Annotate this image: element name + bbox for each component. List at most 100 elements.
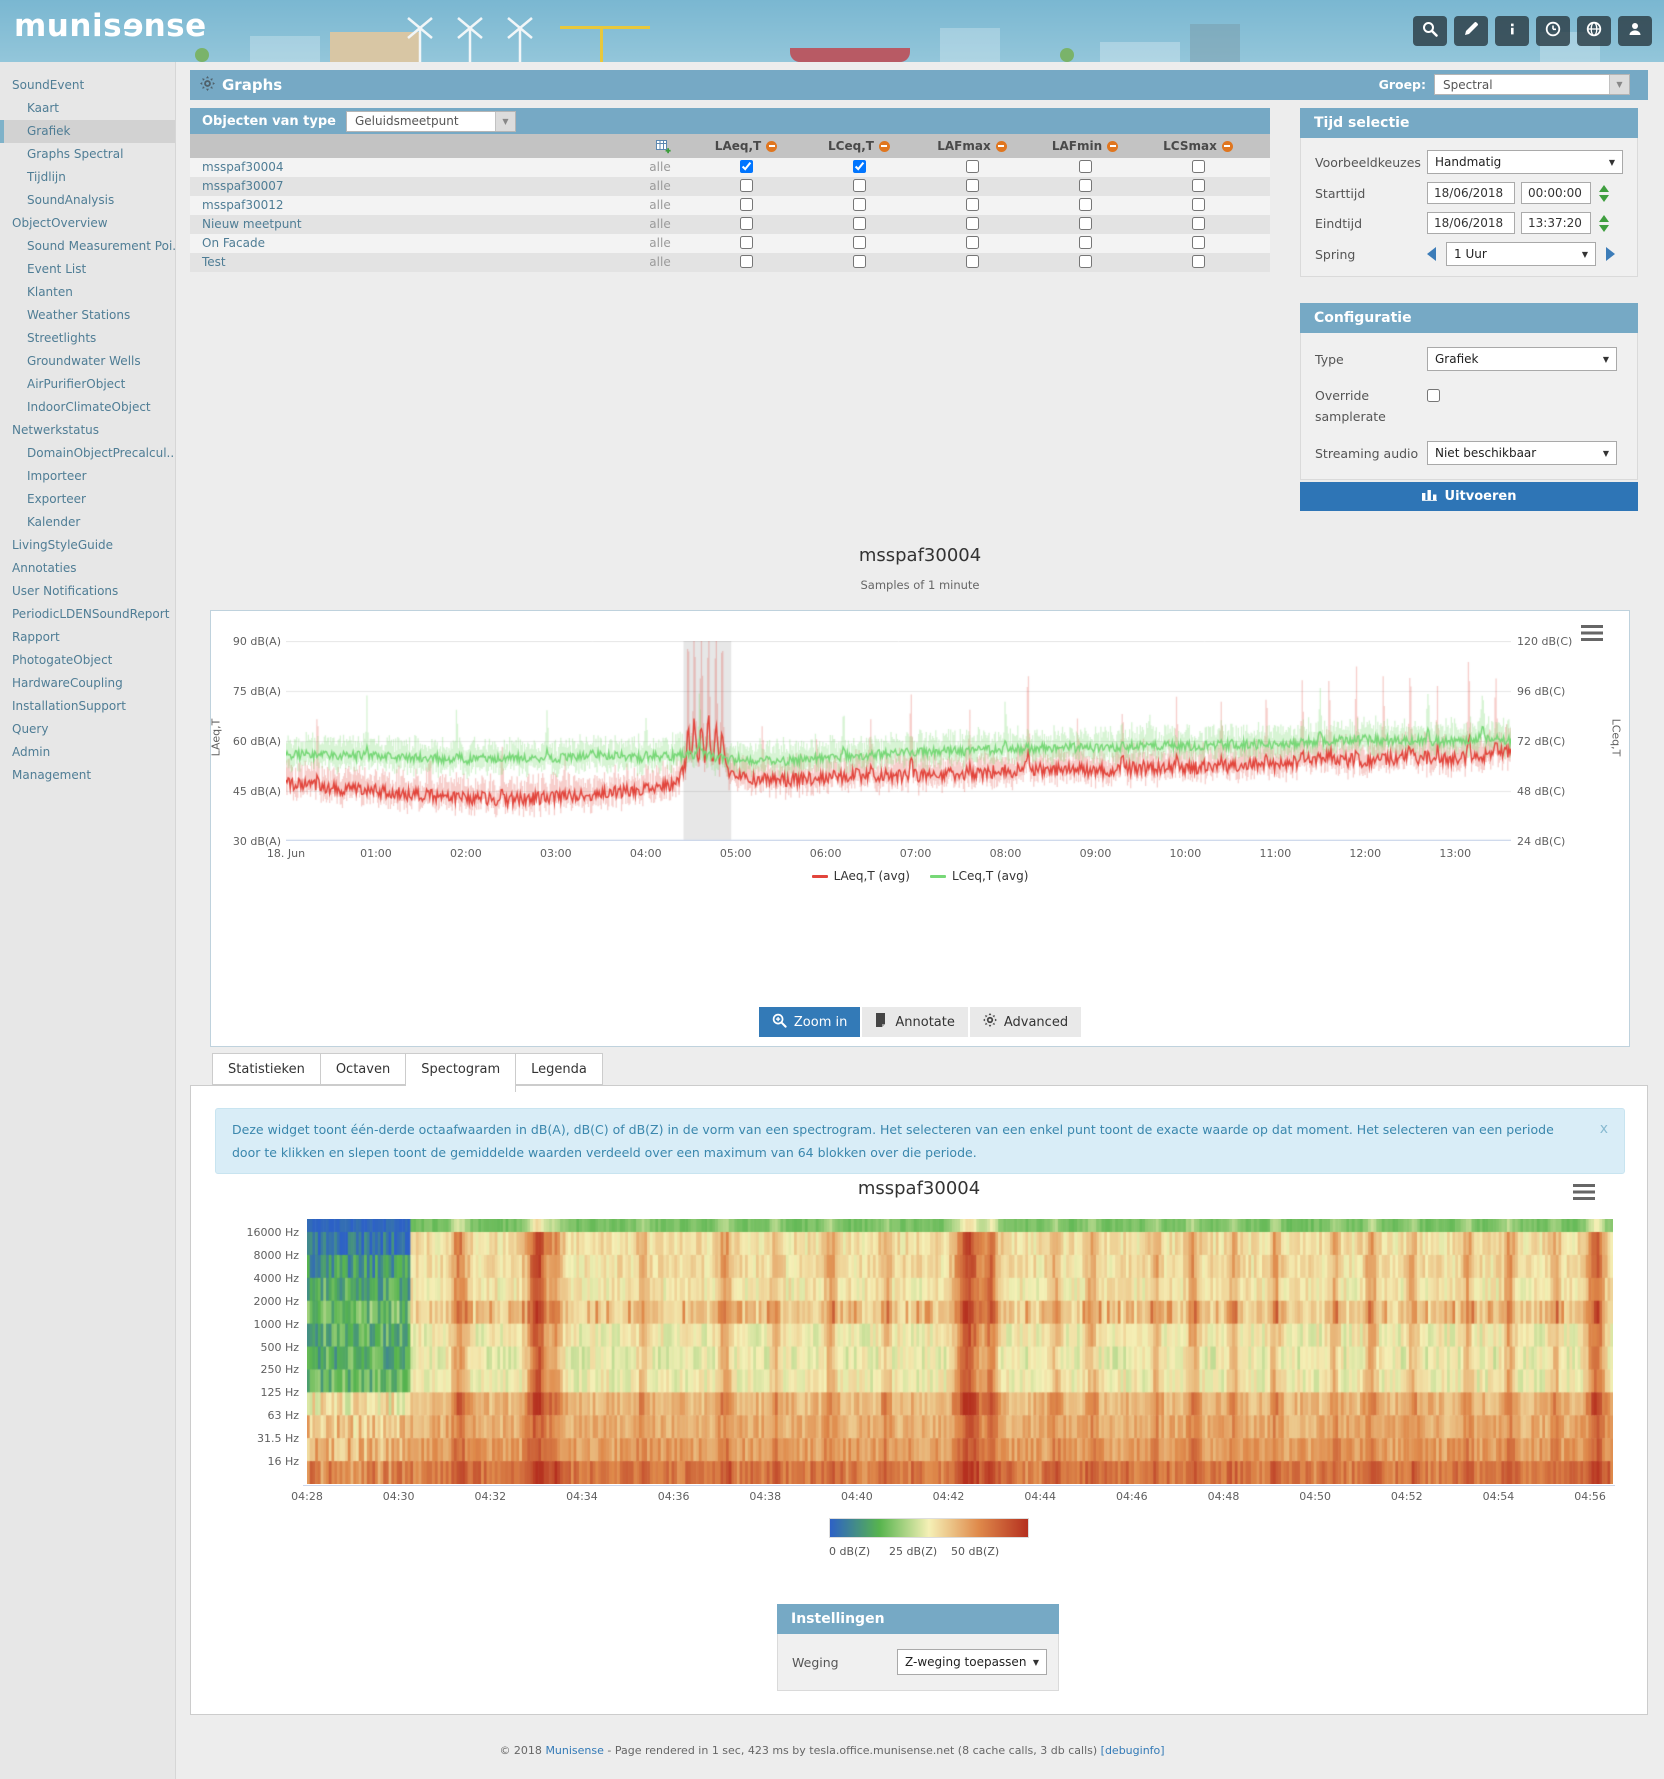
- sidebar-item-airpurifierobject[interactable]: AirPurifierObject: [0, 373, 175, 396]
- checkbox-lceqt[interactable]: [853, 236, 866, 249]
- add-columns-icon[interactable]: [656, 139, 671, 158]
- search-button[interactable]: [1413, 16, 1447, 46]
- line-chart-plot[interactable]: [286, 641, 1511, 841]
- language-button[interactable]: [1577, 16, 1611, 46]
- sidebar-item-graphs-spectral[interactable]: Graphs Spectral: [0, 143, 175, 166]
- sidebar-item-objectoverview[interactable]: ObjectOverview: [0, 212, 175, 235]
- checkbox-lafmax[interactable]: [966, 217, 979, 230]
- type-select[interactable]: Grafiek▼: [1427, 347, 1617, 371]
- checkbox-lafmin[interactable]: [1079, 198, 1092, 211]
- account-button[interactable]: [1618, 16, 1652, 46]
- checkbox-lafmin[interactable]: [1079, 255, 1092, 268]
- end-date-input[interactable]: 18/06/2018: [1427, 212, 1515, 234]
- time-spinner-icon[interactable]: [1599, 185, 1610, 202]
- remove-column-icon[interactable]: [1107, 141, 1118, 152]
- tab-legenda[interactable]: Legenda: [516, 1053, 603, 1085]
- object-scope[interactable]: alle: [630, 179, 690, 193]
- sidebar-item-netwerkstatus[interactable]: Netwerkstatus: [0, 419, 175, 442]
- sidebar-item-domainobjectprecalc[interactable]: DomainObjectPrecalcul...: [0, 442, 175, 465]
- checkbox-laeqt[interactable]: [740, 255, 753, 268]
- checkbox-lafmax[interactable]: [966, 198, 979, 211]
- close-icon[interactable]: x: [1600, 1118, 1608, 1141]
- sidebar-item-grafiek[interactable]: Grafiek: [0, 120, 175, 143]
- checkbox-lafmax[interactable]: [966, 160, 979, 173]
- sidebar-item-livingstyleguide[interactable]: LivingStyleGuide: [0, 534, 175, 557]
- sidebar-item-annotaties[interactable]: Annotaties: [0, 557, 175, 580]
- object-scope[interactable]: alle: [630, 198, 690, 212]
- chart-menu-icon[interactable]: [1573, 1184, 1595, 1200]
- object-name[interactable]: Test: [202, 255, 226, 269]
- checkbox-lafmin[interactable]: [1079, 236, 1092, 249]
- start-date-input[interactable]: 18/06/2018: [1427, 182, 1515, 204]
- tab-spectogram[interactable]: Spectogram: [406, 1053, 516, 1092]
- munisense-logo[interactable]: munisense: [14, 8, 207, 44]
- sidebar-item-user-notifications[interactable]: User Notifications: [0, 580, 175, 603]
- checkbox-lafmin[interactable]: [1079, 160, 1092, 173]
- end-time-input[interactable]: 13:37:20: [1521, 212, 1591, 234]
- sidebar-item-streetlights[interactable]: Streetlights: [0, 327, 175, 350]
- remove-column-icon[interactable]: [996, 141, 1007, 152]
- checkbox-laeqt[interactable]: [740, 198, 753, 211]
- info-button[interactable]: [1495, 16, 1529, 46]
- object-name[interactable]: Nieuw meetpunt: [202, 217, 302, 231]
- sidebar-item-installationsupport[interactable]: InstallationSupport: [0, 695, 175, 718]
- object-scope[interactable]: alle: [630, 255, 690, 269]
- uitvoeren-button[interactable]: Uitvoeren: [1300, 482, 1638, 511]
- tab-statistieken[interactable]: Statistieken: [212, 1053, 321, 1085]
- checkbox-lcsmax[interactable]: [1192, 160, 1205, 173]
- advanced-button[interactable]: Advanced: [970, 1007, 1081, 1037]
- object-name[interactable]: msspaf30007: [202, 179, 284, 193]
- spring-select[interactable]: 1 Uur▼: [1446, 242, 1596, 266]
- object-name[interactable]: msspaf30004: [202, 160, 284, 174]
- checkbox-lcsmax[interactable]: [1192, 217, 1205, 230]
- checkbox-lcsmax[interactable]: [1192, 179, 1205, 192]
- remove-column-icon[interactable]: [879, 141, 890, 152]
- checkbox-lafmax[interactable]: [966, 255, 979, 268]
- sidebar-item-importeer[interactable]: Importeer: [0, 465, 175, 488]
- remove-column-icon[interactable]: [766, 141, 777, 152]
- checkbox-lceqt[interactable]: [853, 179, 866, 192]
- streaming-audio-select[interactable]: Niet beschikbaar▼: [1427, 441, 1617, 465]
- checkbox-laeqt[interactable]: [740, 217, 753, 230]
- edit-button[interactable]: [1454, 16, 1488, 46]
- munisense-link[interactable]: Munisense: [545, 1744, 603, 1757]
- spectrogram-plot[interactable]: [307, 1219, 1613, 1484]
- debuginfo-link[interactable]: [debuginfo]: [1101, 1744, 1165, 1757]
- sidebar-item-query[interactable]: Query: [0, 718, 175, 741]
- object-name[interactable]: msspaf30012: [202, 198, 284, 212]
- legend-item-laeqt[interactable]: LAeq,T (avg): [812, 869, 910, 883]
- sidebar-item-soundanalysis[interactable]: SoundAnalysis: [0, 189, 175, 212]
- checkbox-laeqt[interactable]: [740, 179, 753, 192]
- legend-item-lceqt[interactable]: LCeq,T (avg): [930, 869, 1028, 883]
- sidebar-item-exporteer[interactable]: Exporteer: [0, 488, 175, 511]
- checkbox-lcsmax[interactable]: [1192, 255, 1205, 268]
- sidebar-item-kalender[interactable]: Kalender: [0, 511, 175, 534]
- history-button[interactable]: [1536, 16, 1570, 46]
- step-back-icon[interactable]: [1427, 247, 1436, 261]
- checkbox-lafmax[interactable]: [966, 179, 979, 192]
- sidebar-item-indoorclimateobject[interactable]: IndoorClimateObject: [0, 396, 175, 419]
- sidebar-item-sound-measurement[interactable]: Sound Measurement Poi...: [0, 235, 175, 258]
- checkbox-lcsmax[interactable]: [1192, 198, 1205, 211]
- step-forward-icon[interactable]: [1606, 247, 1615, 261]
- checkbox-lceqt[interactable]: [853, 160, 866, 173]
- checkbox-lafmin[interactable]: [1079, 217, 1092, 230]
- zoom-in-button[interactable]: Zoom in: [759, 1007, 860, 1037]
- checkbox-lceqt[interactable]: [853, 255, 866, 268]
- sidebar-item-hardwarecoupling[interactable]: HardwareCoupling: [0, 672, 175, 695]
- time-spinner-icon[interactable]: [1599, 215, 1610, 232]
- object-type-select[interactable]: Geluidsmeetpunt ▼: [346, 111, 516, 132]
- weging-select[interactable]: Z-weging toepassen▼: [897, 1649, 1047, 1675]
- checkbox-lafmin[interactable]: [1079, 179, 1092, 192]
- checkbox-lcsmax[interactable]: [1192, 236, 1205, 249]
- sidebar-item-photogateobject[interactable]: PhotogateObject: [0, 649, 175, 672]
- override-samplerate-checkbox[interactable]: [1427, 389, 1440, 402]
- start-time-input[interactable]: 00:00:00: [1521, 182, 1591, 204]
- object-scope[interactable]: alle: [630, 217, 690, 231]
- checkbox-lceqt[interactable]: [853, 217, 866, 230]
- groep-select[interactable]: Spectral ▼: [1434, 74, 1630, 95]
- annotate-button[interactable]: Annotate: [862, 1007, 967, 1037]
- checkbox-laeqt[interactable]: [740, 236, 753, 249]
- tab-octaven[interactable]: Octaven: [321, 1053, 406, 1085]
- object-scope[interactable]: alle: [630, 160, 690, 174]
